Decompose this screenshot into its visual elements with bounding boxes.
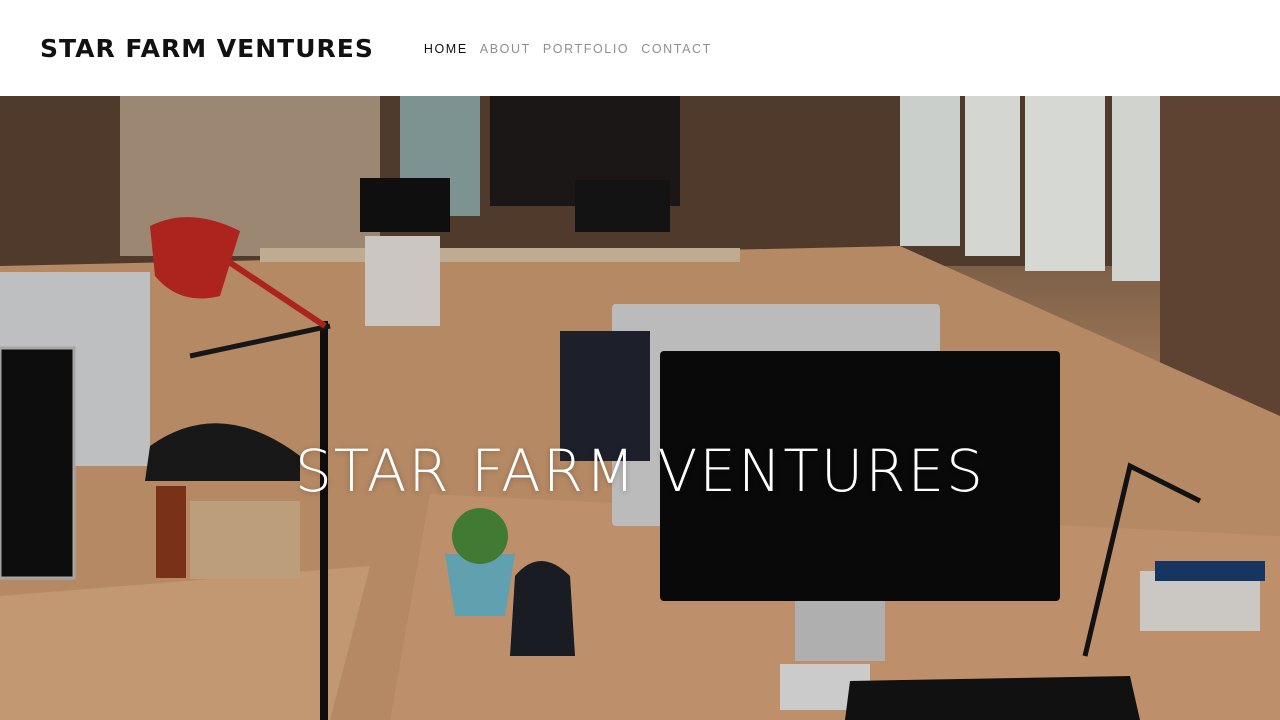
nav-home[interactable]: HOME [424,42,468,56]
hero-banner: STAR FARM VENTURES [0,96,1280,720]
site-header: STAR FARM VENTURES HOME ABOUT PORTFOLIO … [0,0,1280,96]
nav-contact[interactable]: CONTACT [641,42,712,56]
nav-portfolio[interactable]: PORTFOLIO [543,42,629,56]
nav-about[interactable]: ABOUT [480,42,531,56]
hero-background-image [0,96,1280,720]
hero-title: STAR FARM VENTURES [294,436,985,505]
site-title-link[interactable]: STAR FARM VENTURES [40,34,374,63]
main-nav: HOME ABOUT PORTFOLIO CONTACT [424,42,712,56]
